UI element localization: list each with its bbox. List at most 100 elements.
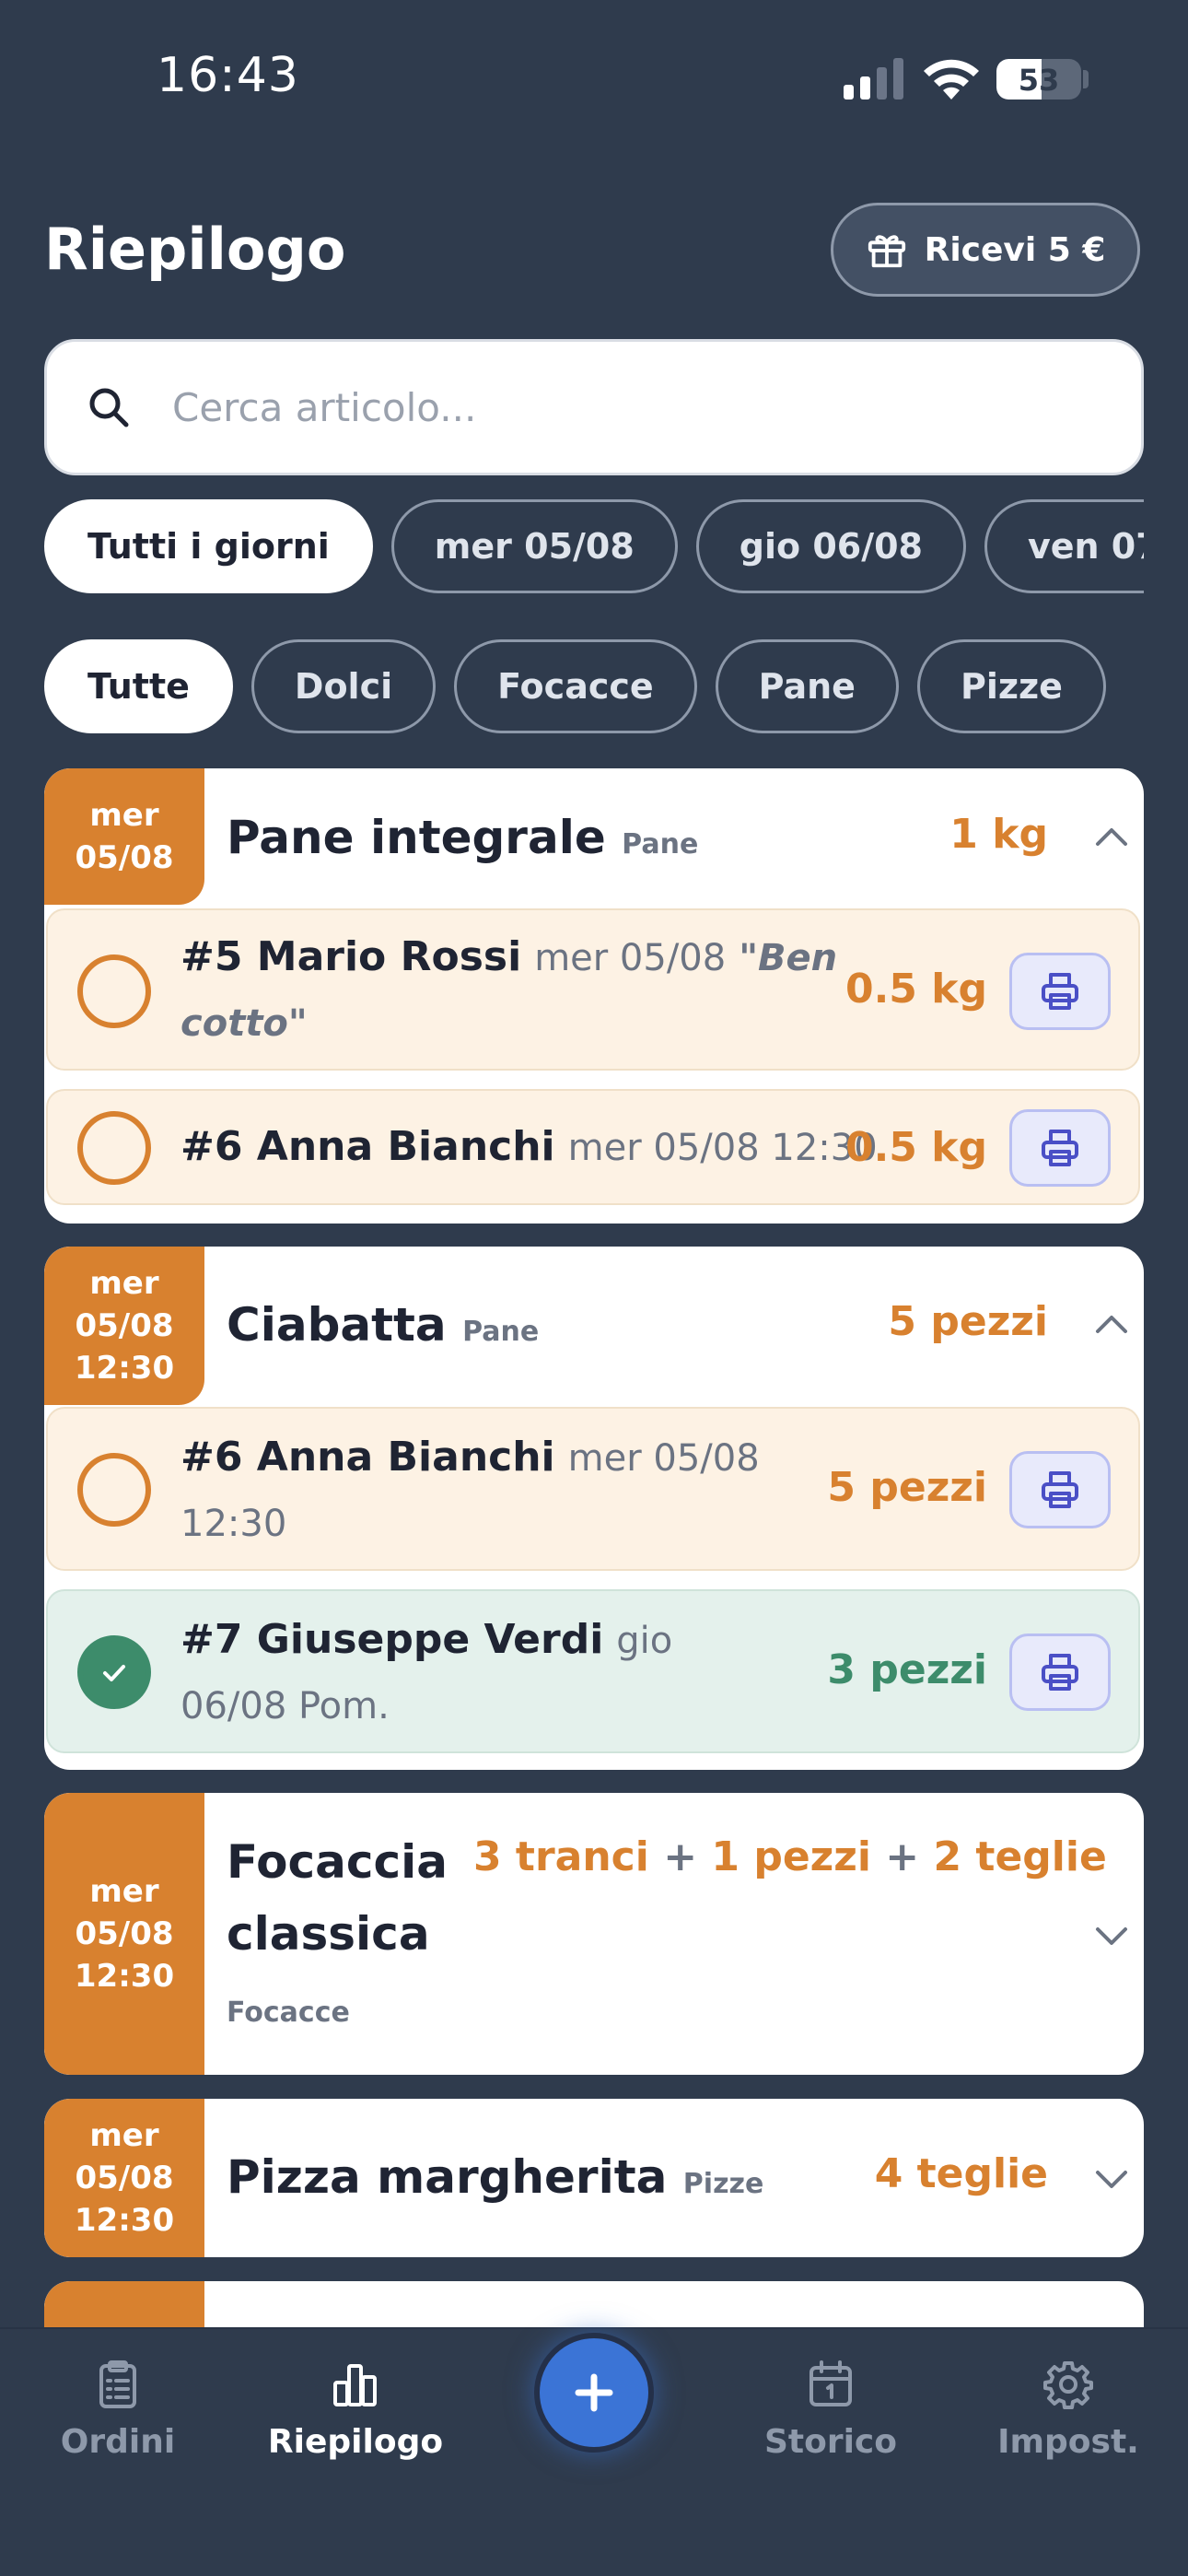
category-filter-focacce[interactable]: Focacce bbox=[454, 639, 697, 733]
product-quantity: 1 kg bbox=[949, 811, 1048, 858]
date-badge-line: mer bbox=[89, 797, 159, 834]
order-quantity: 0.5 kg bbox=[844, 1124, 987, 1171]
chevron-up-icon[interactable] bbox=[1092, 818, 1131, 857]
printer-icon bbox=[1042, 1654, 1078, 1691]
order-row[interactable]: #6 Anna Bianchi mer 05/08 12:30 0.5 kg bbox=[46, 1089, 1140, 1205]
search-input[interactable] bbox=[170, 383, 1095, 431]
product-name: Pane integrale bbox=[227, 811, 606, 864]
order-checkbox[interactable] bbox=[77, 954, 151, 1028]
quantity-plus: + bbox=[885, 1833, 920, 1880]
tab-storico[interactable]: Storico bbox=[739, 2359, 923, 2461]
order-row[interactable]: #6 Anna Bianchi mer 05/08 12:30 5 pezzi bbox=[46, 1407, 1140, 1571]
search-icon bbox=[89, 388, 129, 427]
product-card-pane-integrale: mer 05/08 Pane integrale Pane 1 kg #5 Ma… bbox=[44, 768, 1144, 1224]
print-button[interactable] bbox=[1009, 1633, 1111, 1711]
print-button[interactable] bbox=[1009, 1451, 1111, 1528]
date-badge-line: 05/08 bbox=[75, 839, 174, 876]
quantity-part: 1 pezzi bbox=[711, 1833, 871, 1880]
date-badge: mer 05/08 12:30 bbox=[44, 1247, 204, 1405]
plus-icon bbox=[575, 2373, 613, 2412]
order-quantity: 5 pezzi bbox=[827, 1464, 987, 1511]
tab-riepilogo[interactable]: Riepilogo bbox=[263, 2359, 448, 2461]
order-date: mer 05/08 12:30 bbox=[567, 1127, 878, 1169]
day-filter-fri[interactable]: ven 07/08 bbox=[984, 499, 1144, 593]
product-name: Focaccia classica bbox=[227, 1835, 448, 1961]
print-button[interactable] bbox=[1009, 953, 1111, 1030]
category-filter-pane[interactable]: Pane bbox=[715, 639, 899, 733]
chevron-down-icon[interactable] bbox=[1092, 2160, 1131, 2198]
page-title: Riepilogo bbox=[44, 216, 346, 283]
category-filter-row: Tutte Dolci Focacce Pane Pizze bbox=[44, 639, 1106, 733]
order-checkbox[interactable] bbox=[77, 1111, 151, 1185]
category-filter-pizze[interactable]: Pizze bbox=[916, 639, 1106, 733]
product-name: Ciabatta bbox=[227, 1298, 447, 1352]
order-checkbox-checked[interactable] bbox=[77, 1635, 151, 1709]
category-filter-dolci[interactable]: Dolci bbox=[250, 639, 437, 733]
product-quantity: 4 teglie bbox=[874, 2150, 1048, 2197]
tab-label: Ordini bbox=[60, 2423, 176, 2461]
product-category: Pizze bbox=[682, 2168, 764, 2200]
status-bar: 16:43 53 bbox=[0, 0, 1188, 157]
product-card-ciabatta: mer 05/08 12:30 Ciabatta Pane 5 pezzi #6… bbox=[44, 1247, 1144, 1770]
battery-percent: 53 bbox=[1018, 63, 1060, 98]
day-filter-wed[interactable]: mer 05/08 bbox=[390, 499, 678, 593]
product-header[interactable]: Ciabatta Pane bbox=[227, 1298, 539, 1352]
product-card-pizza-margherita[interactable]: mer 05/08 12:30 Pizza margherita Pizze 4… bbox=[44, 2099, 1144, 2257]
tab-ordini[interactable]: Ordini bbox=[26, 2359, 210, 2461]
search-bar[interactable] bbox=[44, 339, 1144, 475]
gift-icon bbox=[868, 235, 905, 268]
product-name: Pizza margherita bbox=[227, 2150, 668, 2204]
reward-label: Ricevi 5 € bbox=[924, 230, 1106, 269]
printer-icon bbox=[1042, 1130, 1078, 1166]
check-icon bbox=[103, 1665, 125, 1681]
date-badge-line: mer bbox=[89, 1265, 159, 1302]
status-time: 16:43 bbox=[157, 48, 299, 103]
chevron-up-icon[interactable] bbox=[1092, 1306, 1131, 1344]
wifi-icon bbox=[924, 59, 979, 100]
print-button[interactable] bbox=[1009, 1109, 1111, 1187]
product-quantity: 3 tranci + 1 pezzi + 2 teglie bbox=[473, 1833, 1107, 1880]
add-order-button[interactable] bbox=[534, 2333, 654, 2453]
order-row[interactable]: #5 Mario Rossi mer 05/08 "Ben cotto" 0.5… bbox=[46, 908, 1140, 1071]
bar-chart-icon bbox=[333, 2364, 377, 2406]
order-customer: #7 Giuseppe Verdi bbox=[181, 1616, 604, 1663]
product-header[interactable]: Pane integrale Pane bbox=[227, 811, 698, 864]
chevron-down-icon[interactable] bbox=[1092, 1916, 1131, 1955]
order-text: #7 Giuseppe Verdi gio 06/08 Pom. bbox=[181, 1608, 770, 1739]
date-badge-line: mer bbox=[89, 2117, 159, 2154]
product-quantity: 5 pezzi bbox=[888, 1298, 1048, 1345]
date-badge: mer 05/08 12:30 bbox=[44, 2099, 204, 2257]
day-filter-all[interactable]: Tutti i giorni bbox=[44, 499, 373, 593]
day-filter-thu[interactable]: gio 06/08 bbox=[695, 499, 966, 593]
tab-label: Impost. bbox=[997, 2423, 1139, 2461]
order-text: #5 Mario Rossi mer 05/08 "Ben cotto" bbox=[181, 925, 862, 1056]
order-quantity: 3 pezzi bbox=[827, 1646, 987, 1693]
date-badge-line: 12:30 bbox=[74, 2202, 175, 2239]
quantity-plus: + bbox=[663, 1833, 698, 1880]
reward-button[interactable]: Ricevi 5 € bbox=[831, 203, 1140, 297]
order-customer: #6 Anna Bianchi bbox=[181, 1434, 555, 1481]
order-text: #6 Anna Bianchi mer 05/08 12:30 bbox=[181, 1115, 880, 1180]
printer-icon bbox=[1042, 1471, 1078, 1508]
date-badge-line: mer bbox=[89, 1873, 159, 1910]
day-filter-row: Tutti i giorni mer 05/08 gio 06/08 ven 0… bbox=[44, 499, 1144, 593]
order-date: mer 05/08 bbox=[534, 937, 727, 979]
date-badge: mer 05/08 12:30 bbox=[44, 1793, 204, 2075]
date-badge-line: 12:30 bbox=[74, 1958, 175, 1995]
battery-tip bbox=[1083, 70, 1089, 88]
order-checkbox[interactable] bbox=[77, 1453, 151, 1527]
order-quantity: 0.5 kg bbox=[844, 966, 987, 1013]
category-filter-all[interactable]: Tutte bbox=[44, 639, 233, 733]
quantity-part: 3 tranci bbox=[473, 1833, 649, 1880]
product-card-focaccia-classica[interactable]: mer 05/08 12:30 Focaccia classica Focacc… bbox=[44, 1793, 1144, 2075]
calendar-icon bbox=[809, 2360, 852, 2406]
quantity-part: 2 teglie bbox=[933, 1833, 1107, 1880]
gear-icon bbox=[1043, 2361, 1093, 2409]
product-category: Focacce bbox=[227, 1996, 350, 2029]
date-badge-line: 05/08 bbox=[75, 1915, 174, 1952]
product-category: Pane bbox=[462, 1316, 540, 1348]
tab-label: Storico bbox=[763, 2423, 898, 2461]
order-row[interactable]: #7 Giuseppe Verdi gio 06/08 Pom. 3 pezzi bbox=[46, 1589, 1140, 1753]
date-badge-line: 05/08 bbox=[75, 2160, 174, 2196]
tab-impostazioni[interactable]: Impost. bbox=[976, 2359, 1160, 2461]
